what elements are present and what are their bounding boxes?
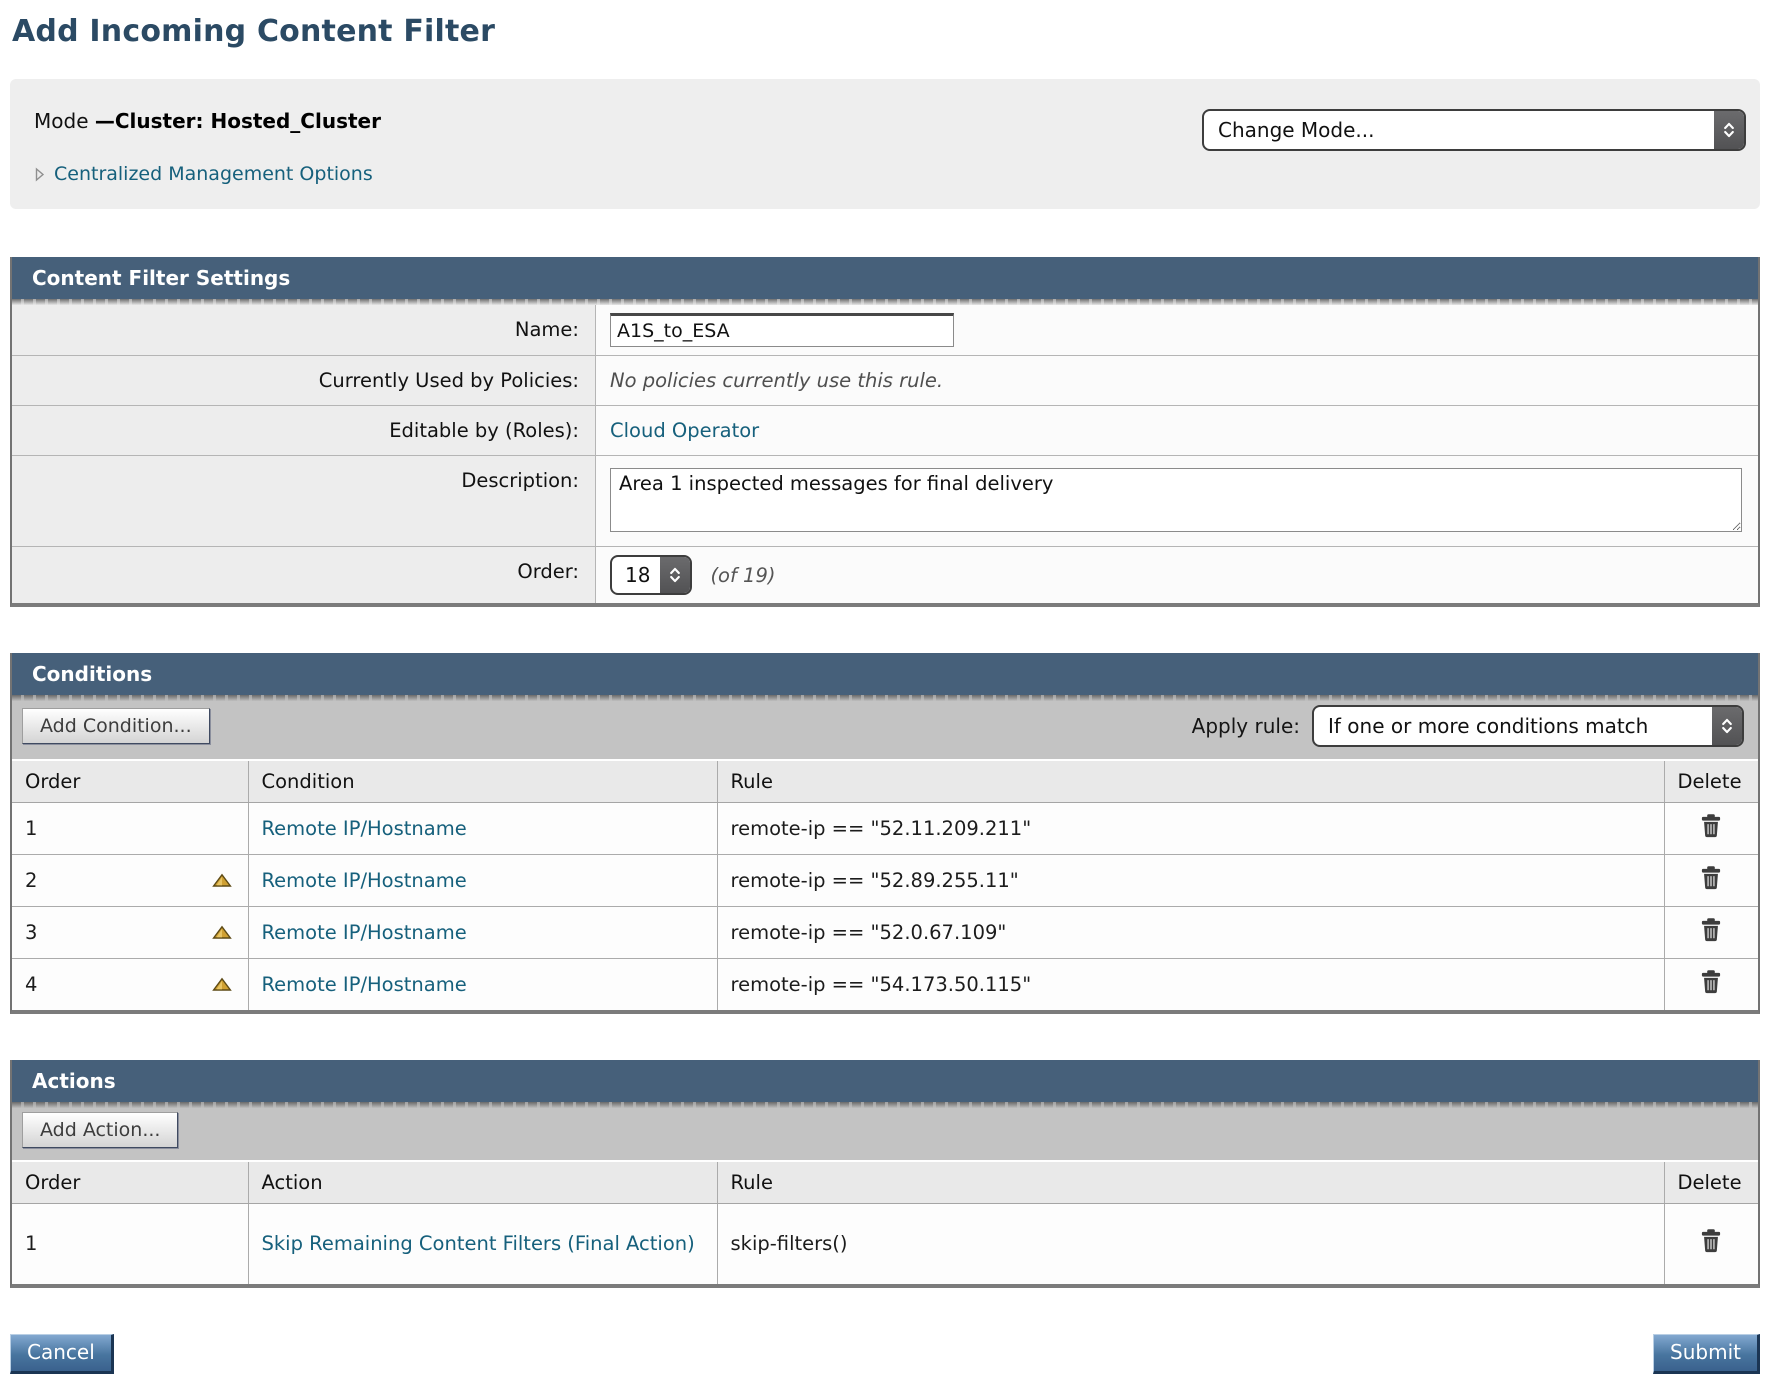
- content-filter-settings-section: Content Filter Settings Name: Currently …: [10, 257, 1760, 607]
- action-link[interactable]: Skip Remaining Content Filters (Final Ac…: [262, 1232, 695, 1255]
- col-header-order: Order: [12, 760, 248, 803]
- centralized-management-options-link[interactable]: Centralized Management Options: [54, 163, 373, 185]
- actions-header-row: Order Action Rule Delete: [12, 1161, 1758, 1204]
- col-header-rule: Rule: [717, 760, 1664, 803]
- toolbar-texture: [12, 695, 1758, 701]
- condition-order: 4: [25, 973, 37, 996]
- order-label: Order:: [12, 547, 596, 603]
- condition-rule: remote-ip == "52.89.255.11": [731, 869, 1019, 892]
- add-action-button[interactable]: Add Action...: [22, 1112, 178, 1148]
- conditions-section: Conditions Add Condition... Apply rule: …: [10, 653, 1760, 1014]
- action-order: 1: [25, 1232, 37, 1255]
- mode-value: —Cluster: Hosted_Cluster: [95, 109, 381, 133]
- condition-row: 4 Remote IP/Hostname remote-ip == "54.17…: [12, 959, 1758, 1011]
- change-mode-selected-value: Change Mode...: [1204, 111, 1714, 149]
- order-select[interactable]: 18: [610, 555, 692, 595]
- settings-row-name: Name:: [12, 305, 1758, 356]
- actions-table: Order Action Rule Delete 1 Skip Remainin…: [12, 1160, 1758, 1284]
- name-label: Name:: [12, 305, 596, 355]
- col-header-delete: Delete: [1664, 760, 1758, 803]
- col-header-order: Order: [12, 1161, 248, 1204]
- conditions-toolbar: Add Condition... Apply rule: If one or m…: [12, 695, 1758, 759]
- select-spinner-icon: [660, 557, 690, 593]
- page-title: Add Incoming Content Filter: [12, 14, 1760, 49]
- settings-section-header: Content Filter Settings: [12, 257, 1758, 299]
- delete-condition-button[interactable]: [1698, 813, 1724, 839]
- centralized-management-line: Centralized Management Options: [34, 163, 1740, 185]
- delete-condition-button[interactable]: [1698, 969, 1724, 995]
- move-up-button[interactable]: [212, 977, 232, 992]
- delete-action-button[interactable]: [1698, 1228, 1724, 1254]
- settings-row-description: Description: Area 1 inspected messages f…: [12, 456, 1758, 547]
- description-label: Description:: [12, 456, 596, 546]
- editable-label: Editable by (Roles):: [12, 406, 596, 455]
- condition-rule: remote-ip == "52.0.67.109": [731, 921, 1007, 944]
- actions-section-header: Actions: [12, 1060, 1758, 1102]
- policies-label: Currently Used by Policies:: [12, 356, 596, 405]
- apply-rule-selected-value: If one or more conditions match: [1314, 707, 1712, 745]
- trash-icon: [1698, 827, 1724, 842]
- condition-row: 2 Remote IP/Hostname remote-ip == "52.89…: [12, 855, 1758, 907]
- apply-rule-group: Apply rule: If one or more conditions ma…: [1192, 705, 1744, 747]
- condition-link[interactable]: Remote IP/Hostname: [262, 817, 467, 840]
- policies-value: No policies currently use this rule.: [610, 369, 943, 392]
- col-header-rule: Rule: [717, 1161, 1664, 1204]
- move-up-button[interactable]: [212, 873, 232, 888]
- settings-row-order: Order: 18 (of 19): [12, 547, 1758, 603]
- condition-order: 2: [25, 869, 37, 892]
- page: Add Incoming Content Filter Mode —Cluste…: [0, 0, 1770, 1394]
- col-header-condition: Condition: [248, 760, 717, 803]
- cloud-operator-link[interactable]: Cloud Operator: [610, 419, 759, 442]
- description-textarea[interactable]: Area 1 inspected messages for final deli…: [610, 468, 1742, 532]
- delete-condition-button[interactable]: [1698, 865, 1724, 891]
- condition-link[interactable]: Remote IP/Hostname: [262, 921, 467, 944]
- submit-button[interactable]: Submit: [1653, 1334, 1760, 1374]
- trash-icon: [1698, 931, 1724, 946]
- name-input[interactable]: [610, 313, 954, 347]
- settings-row-policies: Currently Used by Policies: No policies …: [12, 356, 1758, 406]
- cancel-button[interactable]: Cancel: [10, 1334, 114, 1374]
- condition-rule: remote-ip == "52.11.209.211": [731, 817, 1032, 840]
- order-of-total: (of 19): [710, 564, 775, 587]
- add-condition-button[interactable]: Add Condition...: [22, 708, 210, 744]
- actions-section: Actions Add Action... Order Action Rule …: [10, 1060, 1760, 1288]
- mode-label: Mode: [34, 109, 89, 133]
- select-spinner-icon: [1714, 111, 1744, 149]
- action-rule: skip-filters(): [731, 1232, 848, 1255]
- mode-panel: Mode —Cluster: Hosted_Cluster Change Mod…: [10, 79, 1760, 209]
- condition-order: 1: [25, 817, 37, 840]
- condition-row: 1 Remote IP/Hostname remote-ip == "52.11…: [12, 803, 1758, 855]
- select-spinner-icon: [1712, 707, 1742, 745]
- order-selected-value: 18: [612, 557, 660, 593]
- trash-icon: [1698, 983, 1724, 998]
- conditions-section-header: Conditions: [12, 653, 1758, 695]
- actions-toolbar: Add Action...: [12, 1102, 1758, 1160]
- toolbar-texture: [12, 1102, 1758, 1108]
- delete-condition-button[interactable]: [1698, 917, 1724, 943]
- col-header-action: Action: [248, 1161, 717, 1204]
- condition-order: 3: [25, 921, 37, 944]
- change-mode-select[interactable]: Change Mode...: [1202, 109, 1746, 151]
- condition-row: 3 Remote IP/Hostname remote-ip == "52.0.…: [12, 907, 1758, 959]
- condition-rule: remote-ip == "54.173.50.115": [731, 973, 1032, 996]
- move-up-arrow-icon: [212, 876, 232, 891]
- col-header-delete: Delete: [1664, 1161, 1758, 1204]
- footer-actions: Cancel Submit: [10, 1334, 1760, 1374]
- conditions-header-row: Order Condition Rule Delete: [12, 760, 1758, 803]
- conditions-table: Order Condition Rule Delete 1 Remote IP/…: [12, 759, 1758, 1010]
- move-up-arrow-icon: [212, 980, 232, 995]
- condition-link[interactable]: Remote IP/Hostname: [262, 869, 467, 892]
- disclosure-triangle-icon[interactable]: [34, 167, 45, 182]
- action-row: 1 Skip Remaining Content Filters (Final …: [12, 1204, 1758, 1284]
- apply-rule-label: Apply rule:: [1192, 714, 1300, 738]
- trash-icon: [1698, 1242, 1724, 1257]
- apply-rule-select[interactable]: If one or more conditions match: [1312, 705, 1744, 747]
- condition-link[interactable]: Remote IP/Hostname: [262, 973, 467, 996]
- move-up-button[interactable]: [212, 925, 232, 940]
- settings-row-editable: Editable by (Roles): Cloud Operator: [12, 406, 1758, 456]
- move-up-arrow-icon: [212, 928, 232, 943]
- trash-icon: [1698, 879, 1724, 894]
